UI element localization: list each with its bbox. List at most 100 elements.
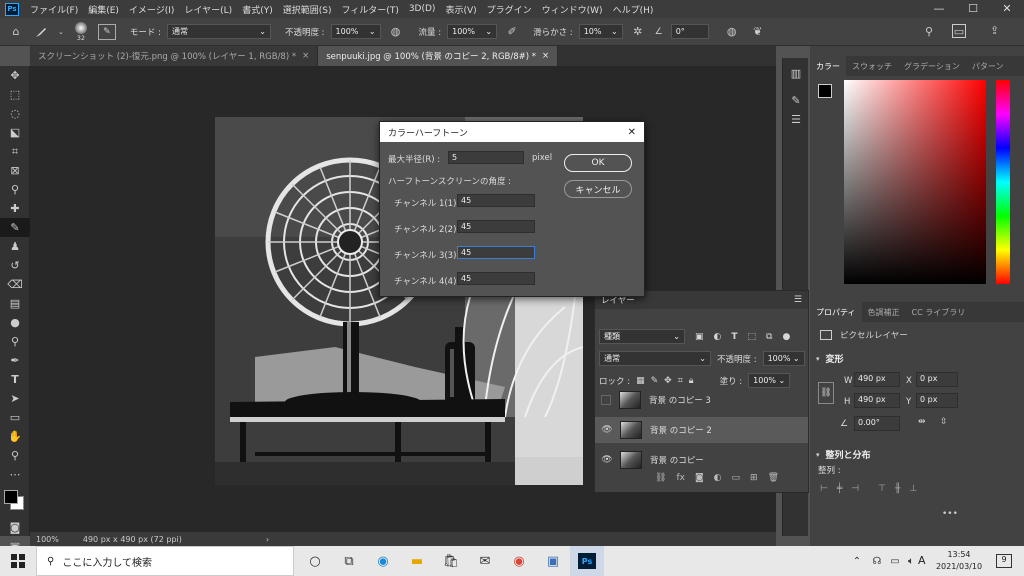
rotation-input[interactable]: 0.00° xyxy=(854,416,900,431)
lock-all-icon[interactable]: 🔒︎ xyxy=(689,376,694,386)
tab-screenshot[interactable]: スクリーンショット (2)-復元.png @ 100% (レイヤー 1, RGB… xyxy=(30,46,319,66)
windows-start-icon[interactable] xyxy=(0,546,36,576)
menu-3d[interactable]: 3D(D) xyxy=(404,4,441,14)
menu-layer[interactable]: レイヤー(L) xyxy=(179,3,237,16)
fg-color-swatch[interactable] xyxy=(818,84,832,98)
move-tool-icon[interactable]: ✥ xyxy=(0,66,30,85)
filter-shape-icon[interactable]: ⬚ xyxy=(748,332,757,342)
rectangle-tool-icon[interactable]: ▭ xyxy=(0,408,30,427)
align-bottom-icon[interactable]: ⊥ xyxy=(909,484,917,494)
pen-tool-icon[interactable]: ✒ xyxy=(0,351,30,370)
zoom-tool-icon[interactable]: ⚲ xyxy=(0,446,30,465)
share-icon[interactable]: ⇪ xyxy=(990,24,999,37)
symmetry-icon[interactable]: ❦ xyxy=(749,25,767,38)
ok-button[interactable]: OK xyxy=(564,154,632,172)
color-swatches[interactable] xyxy=(0,484,30,518)
minimize-button[interactable]: — xyxy=(922,0,956,18)
fx-icon[interactable]: fx xyxy=(676,473,685,483)
fill-input[interactable]: 100% ⌄ xyxy=(748,373,791,388)
path-select-tool-icon[interactable]: ➤ xyxy=(0,389,30,408)
notifications-badge[interactable]: 9 xyxy=(996,554,1012,568)
cancel-button[interactable]: キャンセル xyxy=(564,180,632,198)
layer-row-selected[interactable]: 👁︎ 背景 のコピー 2 xyxy=(595,417,808,443)
more-tools-icon[interactable]: ⋯ xyxy=(0,465,30,484)
adjustment-layer-icon[interactable]: ◐ xyxy=(714,473,722,483)
link-layers-icon[interactable]: ⛓ xyxy=(655,473,666,483)
channel-4-input[interactable]: 45 xyxy=(457,272,535,285)
brush-panel-icon[interactable]: ✎ xyxy=(783,91,809,110)
brush-tool-icon[interactable]: ✎ xyxy=(0,218,30,237)
history-panel-icon[interactable]: ▥ xyxy=(783,64,809,83)
status-arrow-icon[interactable]: › xyxy=(266,535,269,544)
brush-settings-icon[interactable]: ✎ xyxy=(97,23,116,40)
brush-preset-picker[interactable]: 32 xyxy=(70,20,92,44)
gradient-tool-icon[interactable]: ▤ xyxy=(0,294,30,313)
dodge-tool-icon[interactable]: ⚲ xyxy=(0,332,30,351)
store-icon[interactable]: 🛍︎ xyxy=(434,546,468,576)
angle-input[interactable]: 0° xyxy=(670,24,709,39)
height-input[interactable]: 490 px xyxy=(854,393,900,408)
close-icon[interactable]: ✕ xyxy=(628,127,636,138)
blend-mode-select[interactable]: 通常 ⌄ xyxy=(599,351,711,366)
layer-opacity-input[interactable]: 100% ⌄ xyxy=(762,351,805,366)
pressure-size-icon[interactable]: ◍ xyxy=(721,25,743,38)
width-input[interactable]: 490 px xyxy=(854,372,900,387)
pressure-opacity-icon[interactable]: ◍ xyxy=(387,25,405,38)
maximize-button[interactable]: ☐ xyxy=(956,0,990,18)
tab-senpuuki[interactable]: senpuuki.jpg @ 100% (背景 のコピー 2, RGB/8#) … xyxy=(318,46,559,66)
y-input[interactable]: 0 px xyxy=(916,393,958,408)
hue-slider[interactable] xyxy=(996,80,1010,284)
healing-brush-tool-icon[interactable]: ✚ xyxy=(0,199,30,218)
foreground-color-swatch[interactable] xyxy=(4,490,18,504)
menu-help[interactable]: ヘルプ(H) xyxy=(608,3,659,16)
menu-window[interactable]: ウィンドウ(W) xyxy=(537,3,608,16)
gear-icon[interactable]: ✲ xyxy=(629,25,647,38)
close-icon[interactable]: × xyxy=(302,51,309,61)
layer-row[interactable]: 背景 のコピー 3 xyxy=(595,387,808,413)
filter-smart-icon[interactable]: ⧉ xyxy=(766,332,772,342)
eyedropper-tool-icon[interactable]: ⚲ xyxy=(0,180,30,199)
workspace-icon[interactable]: ▭ xyxy=(952,24,966,38)
channel-1-input[interactable]: 45 xyxy=(457,194,535,207)
lasso-tool-icon[interactable]: ◌ xyxy=(0,104,30,123)
visibility-toggle-empty[interactable] xyxy=(601,395,611,405)
tab-cc-libraries[interactable]: CC ライブラリ xyxy=(906,302,972,322)
ime-indicator[interactable]: A xyxy=(918,554,926,567)
zoom-level[interactable]: 100% xyxy=(36,535,59,544)
tab-gradients[interactable]: グラデーション xyxy=(898,56,966,76)
lock-pixels-icon[interactable]: ▦ xyxy=(636,376,645,386)
airbrush-icon[interactable]: ✐ xyxy=(503,25,521,38)
mail-icon[interactable]: ✉ xyxy=(468,546,502,576)
tab-patterns[interactable]: パターン xyxy=(966,56,1010,76)
brush-tool-icon[interactable] xyxy=(30,25,52,39)
opacity-input[interactable]: 100% ⌄ xyxy=(330,24,381,39)
close-icon[interactable]: × xyxy=(542,51,549,61)
menu-file[interactable]: ファイル(F) xyxy=(25,3,83,16)
align-middle-v-icon[interactable]: ╫ xyxy=(895,484,900,494)
menu-edit[interactable]: 編集(E) xyxy=(83,3,124,16)
tab-color[interactable]: カラー xyxy=(810,56,846,76)
blur-tool-icon[interactable]: ● xyxy=(0,313,30,332)
eye-icon[interactable]: 👁︎ xyxy=(598,455,616,465)
filter-pixel-icon[interactable]: ▣ xyxy=(695,332,704,342)
filter-adjust-icon[interactable]: ◐ xyxy=(714,332,722,342)
channel-2-input[interactable]: 45 xyxy=(457,220,535,233)
object-select-tool-icon[interactable]: ⬕ xyxy=(0,123,30,142)
file-explorer-icon[interactable]: ▬ xyxy=(400,546,434,576)
photoshop-taskbar-icon[interactable]: Ps xyxy=(570,546,604,576)
flip-horizontal-icon[interactable]: ⇹ xyxy=(918,417,926,427)
frame-tool-icon[interactable]: ⊠ xyxy=(0,161,30,180)
marquee-tool-icon[interactable]: ⬚ xyxy=(0,85,30,104)
filter-type-icon[interactable]: T xyxy=(731,332,737,342)
add-mask-icon[interactable]: ◙ xyxy=(695,473,704,483)
history-brush-tool-icon[interactable]: ↺ xyxy=(0,256,30,275)
color-field[interactable] xyxy=(844,80,986,284)
menu-select[interactable]: 選択範囲(S) xyxy=(278,3,337,16)
chevron-down-icon[interactable]: ▾ xyxy=(816,451,820,459)
type-tool-icon[interactable]: T xyxy=(0,370,30,389)
flow-input[interactable]: 100% ⌄ xyxy=(447,24,498,39)
lock-artboard-icon[interactable]: ⌗ xyxy=(678,376,683,386)
hand-tool-icon[interactable]: ✋ xyxy=(0,427,30,446)
new-group-icon[interactable]: ▭ xyxy=(732,473,741,483)
quick-mask-icon[interactable]: ◙ xyxy=(0,518,30,537)
